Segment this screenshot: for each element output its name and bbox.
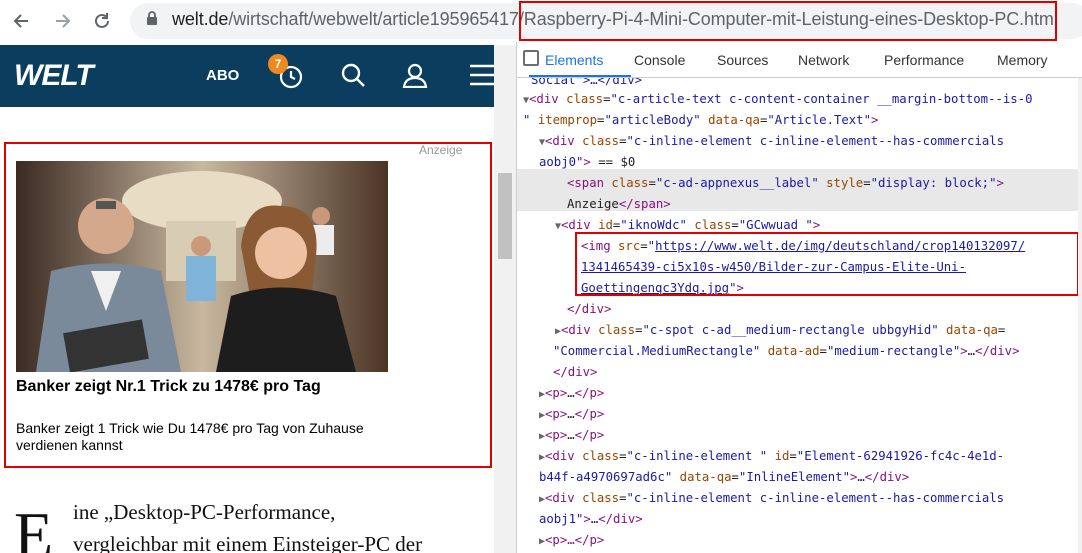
reload-button[interactable] <box>89 8 115 34</box>
img-src-highlight-box <box>575 232 1079 296</box>
ad-description[interactable]: Banker zeigt 1 Trick wie Du 1478€ pro Ta… <box>16 420 386 454</box>
browser-toolbar: welt.de/wirtschaft/webwelt/article195965… <box>0 0 1082 42</box>
forward-button[interactable] <box>50 8 76 34</box>
arrow-left-icon <box>13 14 28 28</box>
devtools-scrollbar[interactable] <box>1078 78 1082 553</box>
article-body: ine „Desktop-PC-Performance, vergleichba… <box>73 496 483 553</box>
dom-line[interactable]: ▶<p>…</p> <box>539 404 604 425</box>
lock-icon <box>147 11 157 25</box>
back-button[interactable] <box>8 8 34 34</box>
abo-link[interactable]: ABO <box>206 67 239 84</box>
article-dropcap: E <box>14 499 54 553</box>
active-tab-indicator <box>529 75 631 77</box>
article-line-1: ine „Desktop-PC-Performance, <box>73 500 336 524</box>
welt-logo[interactable]: WELT <box>14 59 94 93</box>
tab-sources[interactable]: Sources <box>717 52 768 68</box>
dom-line[interactable]: aobj1">…</div> <box>539 509 643 530</box>
article-line-2: vergleichbar mit einem Einsteiger-PC der <box>73 532 423 553</box>
tab-console[interactable]: Console <box>634 52 685 68</box>
page-scrollbar[interactable] <box>494 45 516 553</box>
dom-line[interactable]: <span class="c-ad-appnexus__label" style… <box>567 173 1004 194</box>
user-icon[interactable] <box>402 62 428 88</box>
dom-line[interactable]: </div> <box>567 299 611 320</box>
dom-line-selected[interactable]: aobj0"> == $0 <box>539 152 635 173</box>
dom-line[interactable]: ▶<div class="c-inline-element c-inline-e… <box>539 488 1004 509</box>
search-icon[interactable] <box>340 62 366 88</box>
dom-line[interactable]: ▶<p>…</p> <box>539 383 604 404</box>
dom-line[interactable]: ▶<div class="c-spot c-ad__medium-rectang… <box>555 320 1005 341</box>
url-highlight-box <box>519 1 1057 41</box>
tab-performance[interactable]: Performance <box>884 52 964 68</box>
dom-line[interactable]: ▶<p>…</p> <box>539 530 604 551</box>
tab-network[interactable]: Network <box>798 52 849 68</box>
site-header: WELT ABO 7 <box>0 45 494 107</box>
ad-image[interactable] <box>16 161 388 372</box>
url-host: welt.de <box>172 9 229 29</box>
dom-line[interactable]: ▶<p>…</p> <box>539 425 604 446</box>
notification-badge: 7 <box>268 54 288 74</box>
dom-line[interactable]: "Commercial.MediumRectangle" data-ad="me… <box>553 341 1019 362</box>
dom-line[interactable]: Anzeige</span> <box>567 194 671 215</box>
inspect-icon[interactable] <box>523 50 539 66</box>
dom-line[interactable]: ▼<div class="c-article-text c-content-co… <box>523 89 1033 110</box>
reload-icon <box>95 13 109 28</box>
ad-title[interactable]: Banker zeigt Nr.1 Trick zu 1478€ pro Tag <box>16 377 366 397</box>
dom-tree: Social">…</div> ▼<div class="c-article-t… <box>517 78 1082 553</box>
dom-line[interactable]: " itemprop="articleBody" data-qa="Articl… <box>523 110 878 131</box>
tab-elements[interactable]: Elements <box>545 52 603 68</box>
arrow-right-icon <box>56 14 71 28</box>
dom-line[interactable]: </div> <box>553 362 597 383</box>
menu-icon[interactable] <box>470 64 494 86</box>
tab-memory[interactable]: Memory <box>997 52 1048 68</box>
devtools-panel: Elements Console Sources Network Perform… <box>516 42 1082 553</box>
dom-line[interactable]: b44f-a4970697ad6c" data-qa="InlineElemen… <box>539 467 909 488</box>
ad-label: Anzeige <box>419 143 463 157</box>
page-scrollbar-thumb[interactable] <box>498 173 512 259</box>
devtools-tabbar: Elements Console Sources Network Perform… <box>517 42 1082 78</box>
dom-line[interactable]: ▶<div class="c-inline-element " id="Elem… <box>539 446 1004 467</box>
dom-line-selected[interactable]: ▼<div class="c-inline-element c-inline-e… <box>539 131 1004 152</box>
